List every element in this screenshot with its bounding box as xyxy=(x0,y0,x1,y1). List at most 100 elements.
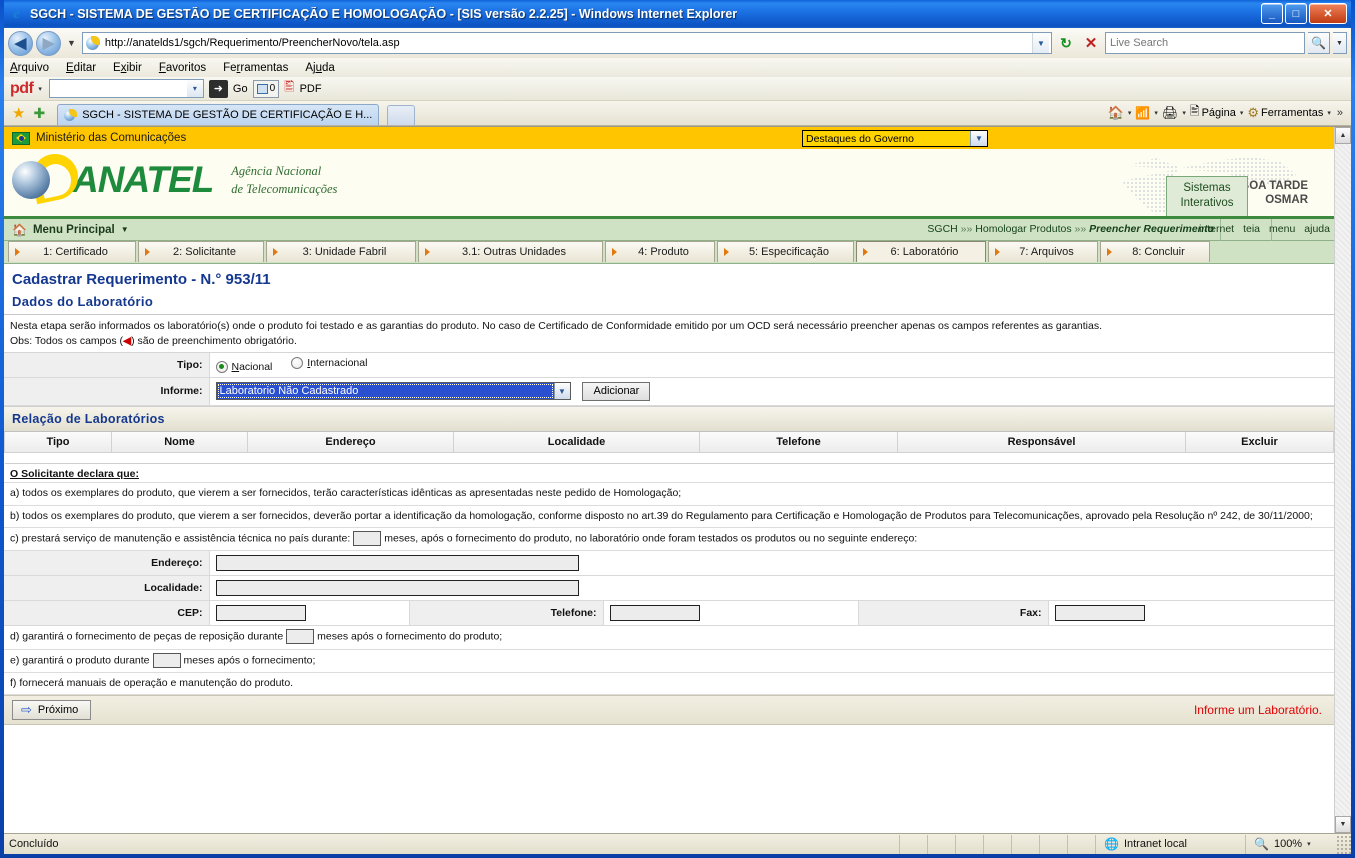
meses-pecas-input[interactable] xyxy=(286,629,315,645)
table-header-row: Tipo Nome Endereço Localidade Telefone R… xyxy=(4,431,1334,453)
zoom-control[interactable]: 🔍 100% ▾ xyxy=(1245,834,1337,854)
chevron-down-icon[interactable]: ▼ xyxy=(970,131,987,146)
pdf-window-count[interactable]: 0 xyxy=(252,79,280,98)
link-internet[interactable]: internet xyxy=(1199,223,1234,235)
step-tab-3-unidade-fabril[interactable]: 3: Unidade Fabril xyxy=(266,241,416,262)
radio-option-internacional[interactable]: Internacional xyxy=(291,357,367,370)
close-button[interactable]: ✕ xyxy=(1309,3,1347,24)
telefone-input[interactable] xyxy=(609,605,700,622)
scroll-down-icon[interactable]: ▼ xyxy=(1335,816,1351,833)
add-favorite-icon[interactable]: ✚ xyxy=(33,105,45,122)
back-button[interactable]: ◀ xyxy=(8,30,33,56)
tools-menu-button[interactable]: ⚙ Ferramentas xyxy=(1247,105,1323,121)
history-dropdown-icon[interactable]: ▼ xyxy=(64,38,79,48)
search-input[interactable]: Live Search xyxy=(1105,32,1305,54)
breadcrumb-mid[interactable]: Homologar Produtos xyxy=(975,223,1071,235)
page-menu-button[interactable]: 🖹 Página xyxy=(1190,102,1236,123)
step-tab-6-laboratorio[interactable]: 6: Laboratório xyxy=(856,241,986,262)
pdf-search-combo[interactable]: ▾ xyxy=(48,79,204,98)
pdf-combo-caret-icon[interactable]: ▾ xyxy=(186,80,203,97)
refresh-icon[interactable]: ↻ xyxy=(1055,32,1077,54)
anatel-subtitle-line1: Agência Nacional xyxy=(231,163,322,178)
scrollbar-track[interactable] xyxy=(1335,144,1351,816)
main-menu-caret-icon[interactable]: ▼ xyxy=(121,225,129,234)
step-tab-3-1-outras-unidades[interactable]: 3.1: Outras Unidades xyxy=(418,241,603,262)
meses-garantia-input[interactable] xyxy=(152,652,181,668)
step-tab-7-arquivos[interactable]: 7: Arquivos xyxy=(988,241,1098,262)
proximo-button-label: Próximo xyxy=(37,704,79,717)
minimize-button[interactable]: _ xyxy=(1261,3,1283,24)
menu-item-arquivo[interactable]: Arquivo xyxy=(10,62,49,74)
search-icon[interactable]: 🔍 xyxy=(1308,32,1330,54)
step-tab-1-certificado[interactable]: 1: Certificado xyxy=(8,241,136,262)
radio-option-nacional[interactable]: Nacional xyxy=(215,360,273,373)
laboratorio-select[interactable]: Laboratorio Não Cadastrado ▼ xyxy=(215,382,571,401)
fax-input[interactable] xyxy=(1054,605,1145,622)
tools-caret-icon[interactable]: ▾ xyxy=(1327,109,1331,117)
meses-manutencao-input[interactable] xyxy=(353,531,382,547)
menu-item-exibir[interactable]: Exibir xyxy=(113,62,142,74)
laboratorios-table: Tipo Nome Endereço Localidade Telefone R… xyxy=(4,431,1334,464)
search-provider-caret-icon[interactable]: ▼ xyxy=(1333,32,1347,54)
anatel-logo[interactable]: ANATEL Agência Nacional de Telecomunicaç… xyxy=(12,159,337,201)
localidade-input[interactable] xyxy=(215,580,579,597)
main-menu-label[interactable]: Menu Principal xyxy=(33,224,115,236)
print-icon[interactable]: 🖨 xyxy=(1162,105,1179,121)
window-controls: _ □ ✕ xyxy=(1261,3,1347,24)
adicionar-button[interactable]: Adicionar xyxy=(582,381,651,401)
th-endereco: Endereço xyxy=(247,431,454,453)
pdf-caret-icon[interactable]: ▾ xyxy=(38,85,42,93)
breadcrumb-root[interactable]: SGCH xyxy=(927,223,957,235)
menu-item-editar[interactable]: Editar xyxy=(66,62,96,74)
page-scrollbar[interactable]: ▲ ▼ xyxy=(1334,127,1351,833)
address-input[interactable]: http://anatelds1/sgch/Requerimento/Preen… xyxy=(81,32,1052,54)
home-icon[interactable]: 🏠 xyxy=(1108,105,1124,121)
cep-input[interactable] xyxy=(215,605,306,622)
menu-item-ferramentas[interactable]: Ferramentas xyxy=(223,62,288,74)
radio-internacional-icon[interactable] xyxy=(291,357,304,370)
resize-grip[interactable] xyxy=(1337,834,1351,854)
step-tab-8-concluir[interactable]: 8: Concluir xyxy=(1100,241,1210,262)
feeds-icon[interactable]: 📶 xyxy=(1135,106,1150,120)
favorites-star-icon[interactable]: ★ xyxy=(12,104,25,122)
pdf-label[interactable]: PDF xyxy=(300,83,322,95)
scroll-up-icon[interactable]: ▲ xyxy=(1335,127,1351,144)
pdf-go-icon[interactable]: ➜ xyxy=(208,79,228,98)
link-menu[interactable]: menu xyxy=(1269,223,1295,235)
link-teia[interactable]: teia xyxy=(1243,223,1260,235)
feeds-caret-icon[interactable]: ▾ xyxy=(1154,109,1158,117)
chevron-down-icon[interactable]: ▼ xyxy=(553,383,570,400)
radio-internacional-label[interactable]: Internacional xyxy=(307,357,367,369)
lab-entry-form: Tipo: Nacional Internacional Informe: La… xyxy=(4,353,1334,406)
maximize-button[interactable]: □ xyxy=(1285,3,1307,24)
proximo-button[interactable]: ⇨ Próximo xyxy=(12,700,92,721)
home-caret-icon[interactable]: ▾ xyxy=(1128,109,1132,117)
step-tab-2-solicitante[interactable]: 2: Solicitante xyxy=(138,241,264,262)
forward-button[interactable]: ▶ xyxy=(36,30,61,56)
radio-nacional-icon[interactable] xyxy=(215,360,228,373)
security-zone[interactable]: 🌐 Intranet local xyxy=(1095,834,1245,854)
browser-tab-sgch[interactable]: SGCH - SISTEMA DE GESTÃO DE CERTIFICAÇÃO… xyxy=(57,104,380,125)
sistemas-interativos-tab[interactable]: Sistemas Interativos xyxy=(1166,176,1248,216)
zoom-caret-icon[interactable]: ▾ xyxy=(1307,840,1311,848)
page-caret-icon[interactable]: ▾ xyxy=(1240,109,1244,117)
status-cell xyxy=(1039,834,1067,854)
stop-icon[interactable]: ✕ xyxy=(1080,32,1102,54)
government-highlights-select[interactable]: Destaques do Governo ▼ xyxy=(802,130,988,147)
print-caret-icon[interactable]: ▾ xyxy=(1182,109,1186,117)
step-tab-4-produto[interactable]: 4: Produto xyxy=(605,241,715,262)
step-arrow-icon xyxy=(15,248,20,256)
menu-item-favoritos[interactable]: Favoritos xyxy=(159,62,206,74)
endereco-input[interactable] xyxy=(215,555,579,572)
header-links: internet teia menu ajuda xyxy=(1199,223,1330,235)
address-dropdown-icon[interactable]: ▼ xyxy=(1032,33,1049,53)
radio-nacional-label[interactable]: Nacional xyxy=(232,361,273,373)
status-cells xyxy=(899,834,1095,854)
toolbar-overflow-icon[interactable]: » xyxy=(1337,107,1343,119)
new-tab-button[interactable] xyxy=(387,105,416,125)
th-tipo: Tipo xyxy=(4,431,112,453)
pdf-go-label[interactable]: Go xyxy=(233,83,248,95)
menu-item-ajuda[interactable]: Ajuda xyxy=(305,62,334,74)
step-tab-5-especificacao[interactable]: 5: Especificação xyxy=(717,241,854,262)
link-ajuda[interactable]: ajuda xyxy=(1304,223,1330,235)
